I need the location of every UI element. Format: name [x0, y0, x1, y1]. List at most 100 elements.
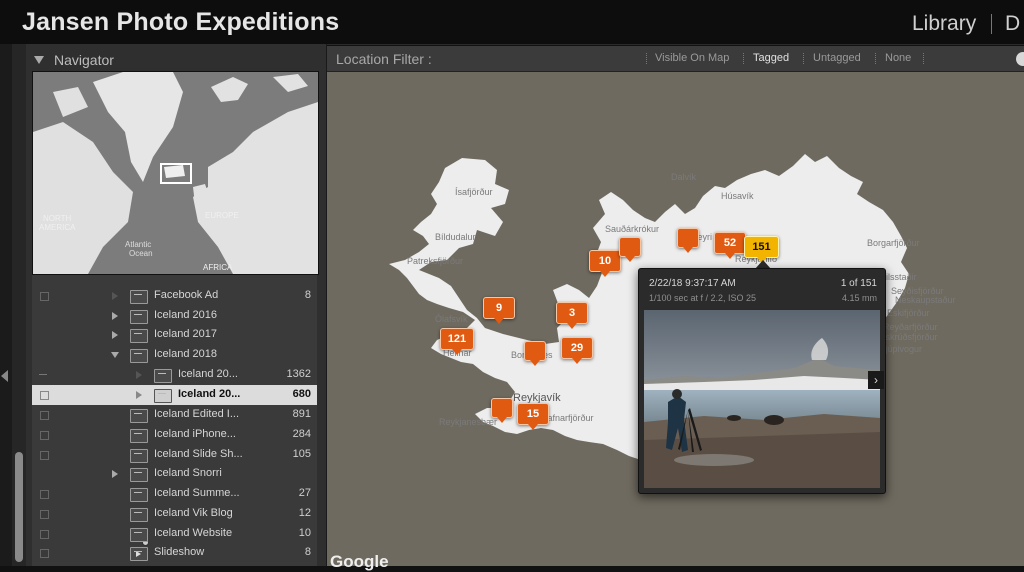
place-reykjanesbaer: Reykjanesbær	[439, 417, 498, 427]
folder-count: 680	[292, 388, 311, 400]
row-mixed-indicator[interactable]	[39, 374, 47, 375]
photo-focal-length: 4.15 mm	[841, 293, 877, 303]
disclosure-triangle-icon[interactable]	[34, 56, 44, 64]
folder-row-iceland-edited[interactable]: Iceland Edited I... 891	[32, 405, 317, 546]
folder-count: 284	[292, 428, 311, 440]
folder-icon	[130, 310, 148, 324]
row-checkbox[interactable]	[40, 530, 49, 539]
photo-thumbnail[interactable]	[644, 310, 880, 488]
photo-exposure: 1/100 sec at f / 2.2, ISO 25	[649, 293, 757, 303]
google-logo: Google	[330, 552, 389, 571]
folder-icon	[154, 389, 172, 403]
row-checkbox[interactable]	[40, 431, 49, 440]
folder-count: 12	[298, 507, 311, 519]
panel-scrollbar-thumb[interactable]	[15, 452, 23, 562]
folder-row-facebook-ad[interactable]: Facebook Ad 8	[32, 286, 317, 306]
map-single-pin[interactable]	[677, 228, 699, 253]
expand-triangle-icon[interactable]	[112, 470, 118, 478]
folder-row-iceland-2018-sub1[interactable]: Iceland 20... 1362	[32, 365, 317, 385]
filter-visible-on-map[interactable]: Visible On Map	[655, 52, 729, 64]
label-ocean: Ocean	[129, 249, 153, 258]
row-checkbox[interactable]	[40, 549, 49, 558]
map-cluster-pin[interactable]: 121	[440, 328, 474, 355]
row-checkbox[interactable]	[40, 510, 49, 519]
folder-icon	[130, 468, 148, 482]
row-checkbox[interactable]	[40, 391, 49, 400]
folder-name: Iceland 2016	[154, 309, 217, 321]
folder-row-iceland-summer[interactable]: Iceland Summe... 27	[32, 484, 317, 504]
filter-tagged[interactable]: Tagged	[753, 52, 789, 64]
map-single-pin[interactable]	[619, 237, 641, 262]
folder-name: Iceland Website	[154, 527, 233, 539]
folder-icon	[130, 508, 148, 522]
map-cluster-pin[interactable]: 10	[589, 250, 621, 277]
module-library[interactable]: Library	[912, 12, 976, 36]
navigator-title: Navigator	[54, 52, 114, 68]
map-single-pin[interactable]	[491, 398, 513, 423]
folder-row-slideshow[interactable]: Slideshow 8	[32, 543, 317, 563]
navigator-header[interactable]: Navigator	[26, 48, 326, 70]
filter-toggle-icon[interactable]	[1016, 52, 1024, 66]
folder-row-iceland-2016[interactable]: Iceland 2016	[32, 306, 317, 326]
row-checkbox[interactable]	[40, 451, 49, 460]
row-checkbox[interactable]	[40, 490, 49, 499]
folder-row-iceland-slide-show[interactable]: Iceland Slide Sh... 105	[32, 445, 317, 465]
left-panel-toggle-strip[interactable]	[0, 44, 12, 566]
photo-capture-time: 2/22/18 9:37:17 AM	[649, 278, 736, 289]
map-cluster-pin-selected[interactable]: 151	[744, 236, 779, 263]
filter-untagged[interactable]: Untagged	[813, 52, 861, 64]
folder-row-iceland-vik-blog[interactable]: Iceland Vik Blog 12	[32, 504, 317, 524]
place-eskifjordur: Eskifjörður	[887, 308, 930, 318]
folder-name: Iceland Snorri	[154, 467, 222, 479]
folder-row-iceland-iphone[interactable]: Iceland iPhone... 284	[32, 425, 317, 445]
folder-count: 105	[292, 448, 311, 460]
module-separator	[991, 14, 992, 34]
map-single-pin[interactable]	[524, 341, 546, 366]
folder-name: Iceland 2017	[154, 328, 217, 340]
folder-row-iceland-2018-sub2[interactable]: Iceland 20... 680	[32, 385, 317, 405]
map-cluster-pin[interactable]: 3	[556, 302, 588, 329]
expander-icon	[136, 391, 142, 399]
photo-image	[644, 310, 880, 488]
map-cluster-pin[interactable]: 15	[517, 403, 549, 430]
photo-index: 1 of 151	[840, 278, 877, 289]
module-develop[interactable]: D	[1005, 12, 1020, 36]
folder-row-iceland-2018[interactable]: Iceland 2018	[32, 345, 317, 365]
filter-none[interactable]: None	[885, 52, 911, 64]
navigator-map[interactable]: NORTH AMERICA Atlantic Ocean EUROPE AFRI…	[32, 71, 319, 275]
collapse-arrow-icon[interactable]	[1, 370, 8, 382]
folder-row-iceland-website[interactable]: Iceland Website 10	[32, 524, 317, 544]
row-checkbox[interactable]	[40, 411, 49, 420]
next-photo-button[interactable]: ›	[868, 371, 884, 389]
folder-row-iceland-snorri[interactable]: Iceland Snorri	[32, 464, 317, 484]
expand-triangle-icon[interactable]	[112, 312, 118, 320]
label-europe: EUROPE	[205, 211, 239, 220]
place-reydarfjordur: Reyðarfjörður	[883, 322, 938, 332]
navigator-viewport-box[interactable]	[160, 163, 192, 184]
folder-name: Slideshow	[154, 546, 205, 558]
filter-separator	[646, 53, 648, 64]
photo-info-popup[interactable]: 2/22/18 9:37:17 AM 1 of 151 1/100 sec at…	[638, 268, 886, 494]
row-checkbox[interactable]	[40, 292, 49, 301]
place-borgarfjordur: Borgarfjörður	[867, 238, 920, 248]
location-filter-label: Location Filter :	[336, 51, 432, 67]
folder-name: Facebook Ad	[154, 289, 219, 301]
folder-icon	[130, 488, 148, 502]
folder-row-iceland-2017[interactable]: Iceland 2017	[32, 325, 317, 345]
map-cluster-pin[interactable]: 29	[561, 337, 593, 364]
expand-triangle-icon[interactable]	[112, 331, 118, 339]
folder-icon	[130, 528, 148, 542]
folder-icon	[130, 290, 148, 304]
place-saudarkrokur: Sauðárkrókur	[605, 224, 660, 234]
label-africa: AFRICA	[203, 263, 233, 272]
folder-count: 891	[292, 408, 311, 420]
folder-icon	[130, 449, 148, 463]
place-neskaupstadur: Neskaupstaður	[895, 295, 956, 305]
label-atlantic: Atlantic	[125, 240, 152, 249]
collapse-triangle-icon[interactable]	[111, 352, 119, 358]
map-cluster-pin[interactable]: 9	[483, 297, 515, 324]
map-cluster-pin[interactable]: 52	[714, 232, 746, 259]
folder-icon	[154, 369, 172, 383]
folder-icon	[130, 429, 148, 443]
folder-icon	[130, 349, 148, 363]
